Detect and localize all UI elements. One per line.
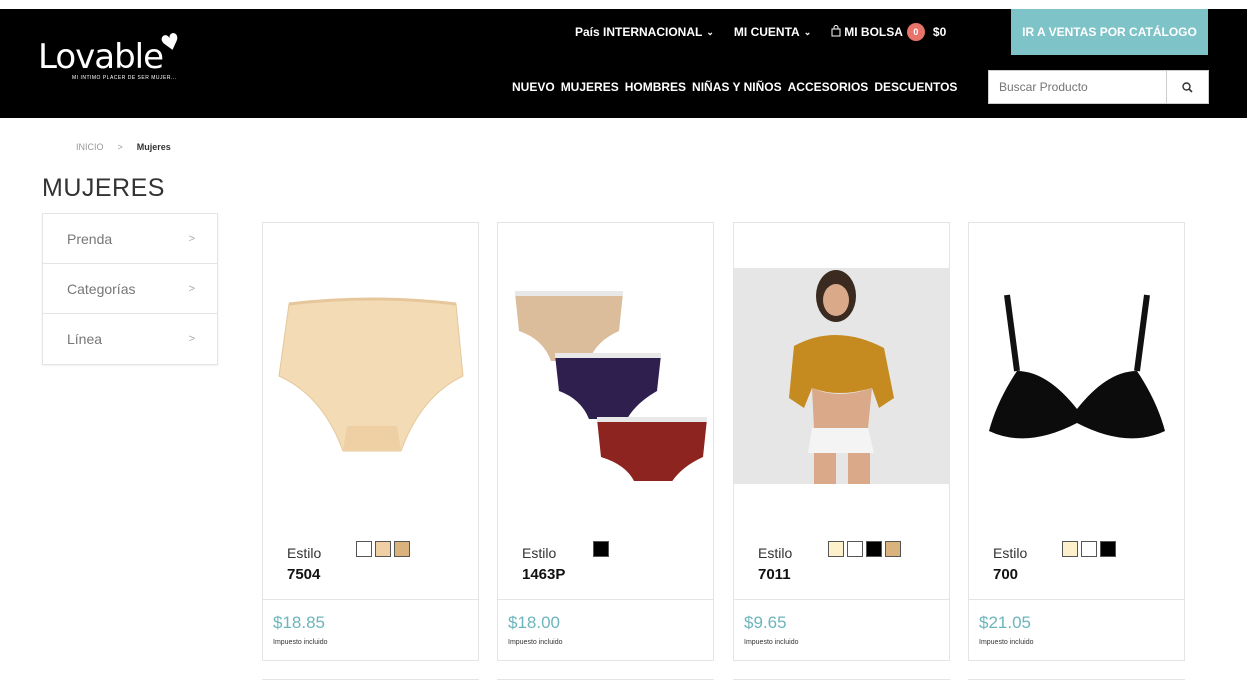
chevron-down-icon: ⌄ xyxy=(706,26,714,37)
search-input[interactable] xyxy=(989,71,1167,103)
tax-note: Impuesto incluido xyxy=(979,639,1034,646)
product-price: $18.85 xyxy=(273,613,325,632)
country-selector[interactable]: País INTERNACIONAL ⌄ xyxy=(575,25,714,39)
account-label: MI CUENTA xyxy=(733,25,800,39)
card-divider xyxy=(734,599,949,600)
style-code: 1463P xyxy=(522,566,566,583)
nav-item-descuentos[interactable]: DESCUENTOS xyxy=(874,80,957,94)
product-card[interactable]: Estilo 1463P $18.00 Impuesto incluido xyxy=(497,222,714,661)
filter-categorias[interactable]: Categorías > xyxy=(43,264,217,314)
filter-panel: Prenda > Categorías > Línea > xyxy=(42,213,218,365)
search-button[interactable] xyxy=(1167,71,1208,103)
card-divider xyxy=(498,599,713,600)
product-card-stub xyxy=(733,679,950,684)
product-card-stub xyxy=(968,679,1185,684)
search-icon xyxy=(1182,81,1193,93)
breadcrumb-home[interactable]: INICIO xyxy=(76,142,104,152)
country-label: País INTERNACIONAL xyxy=(575,25,703,39)
swatch-white[interactable] xyxy=(356,541,372,557)
product-card-stub xyxy=(497,679,714,684)
nav-item-nuevo[interactable]: NUEVO xyxy=(512,80,555,94)
chevron-right-icon: > xyxy=(188,333,195,345)
brand-logo[interactable]: Lovable ♥ MI INTIMO PLACER DE SER MUJER.… xyxy=(38,29,183,81)
bag-icon xyxy=(831,24,841,40)
nav-item-hombres[interactable]: HOMBRES xyxy=(625,80,686,94)
style-code: 700 xyxy=(993,566,1019,583)
filter-linea[interactable]: Línea > xyxy=(43,314,217,364)
card-divider xyxy=(263,599,478,600)
card-divider xyxy=(969,599,1184,600)
product-card[interactable]: Estilo 700 $21.05 Impuesto incluido xyxy=(968,222,1185,661)
swatch-black[interactable] xyxy=(866,541,882,557)
swatch-nude[interactable] xyxy=(375,541,391,557)
color-swatches xyxy=(593,541,612,557)
product-card-stub xyxy=(262,679,479,684)
product-price: $21.05 xyxy=(979,613,1031,632)
product-image[interactable] xyxy=(734,223,949,529)
swatch-black[interactable] xyxy=(1100,541,1116,557)
page-title: MUJERES xyxy=(42,174,165,202)
tagline: MI INTIMO PLACER DE SER MUJER... xyxy=(72,75,177,81)
swatch-black[interactable] xyxy=(593,541,609,557)
account-menu[interactable]: MI CUENTA ⌄ xyxy=(734,25,811,39)
chevron-right-icon: > xyxy=(188,282,195,295)
logo-text: Lovable xyxy=(38,37,164,77)
breadcrumb-separator: > xyxy=(117,142,123,152)
bag-count-badge: 0 xyxy=(906,23,925,41)
product-price: $18.00 xyxy=(508,613,560,632)
nav-item-ninas-ninos[interactable]: NIÑAS Y NIÑOS xyxy=(692,80,782,94)
swatch-tan[interactable] xyxy=(394,541,410,557)
top-links: País INTERNACIONAL ⌄ MI CUENTA ⌄ MI BOLS… xyxy=(575,9,953,55)
style-label: Estilo xyxy=(287,545,322,561)
product-image[interactable] xyxy=(263,223,478,529)
nav-item-accesorios[interactable]: ACCESORIOS xyxy=(788,80,869,94)
tax-note: Impuesto incluido xyxy=(273,639,328,646)
product-card[interactable]: Estilo 7011 $9.65 Impuesto incluido xyxy=(733,222,950,661)
product-image[interactable] xyxy=(969,223,1184,529)
product-price: $9.65 xyxy=(744,613,787,632)
chevron-right-icon: > xyxy=(188,232,195,245)
swatch-white[interactable] xyxy=(1081,541,1097,557)
filter-prenda[interactable]: Prenda > xyxy=(43,214,217,264)
search-box xyxy=(988,70,1209,104)
shopping-bag-link[interactable]: MI BOLSA 0 $0 xyxy=(831,23,953,41)
filter-label: Categorías xyxy=(67,280,136,297)
nav-item-mujeres[interactable]: MUJERES xyxy=(561,80,619,94)
style-code: 7504 xyxy=(287,566,321,583)
style-label: Estilo xyxy=(993,545,1028,561)
style-label: Estilo xyxy=(522,545,557,561)
bag-total: $0 xyxy=(932,25,947,39)
filter-label: Línea xyxy=(67,331,103,347)
tax-note: Impuesto incluido xyxy=(508,639,563,646)
product-card[interactable]: Estilo 7504 $18.85 Impuesto incluido xyxy=(262,222,479,661)
chevron-down-icon: ⌄ xyxy=(803,26,812,37)
product-image[interactable] xyxy=(498,223,713,529)
tax-note: Impuesto incluido xyxy=(744,639,799,646)
swatch-white[interactable] xyxy=(847,541,863,557)
breadcrumb: INICIO > Mujeres xyxy=(76,142,171,152)
color-swatches xyxy=(828,541,904,557)
color-swatches xyxy=(356,541,413,557)
catalog-sales-button[interactable]: IR A VENTAS POR CATÁLOGO xyxy=(1011,9,1208,55)
style-code: 7011 xyxy=(758,566,791,583)
filter-label: Prenda xyxy=(67,230,113,247)
style-label: Estilo xyxy=(758,545,793,561)
breadcrumb-current: Mujeres xyxy=(136,142,171,152)
main-nav: NUEVO MUJERES HOMBRES NIÑAS Y NIÑOS ACCE… xyxy=(512,80,963,94)
site-header: Lovable ♥ MI INTIMO PLACER DE SER MUJER.… xyxy=(0,9,1247,118)
swatch-cream[interactable] xyxy=(1062,541,1078,557)
swatch-cream[interactable] xyxy=(828,541,844,557)
bag-label: MI BOLSA xyxy=(844,25,903,39)
color-swatches xyxy=(1062,541,1119,557)
swatch-tan[interactable] xyxy=(885,541,901,557)
